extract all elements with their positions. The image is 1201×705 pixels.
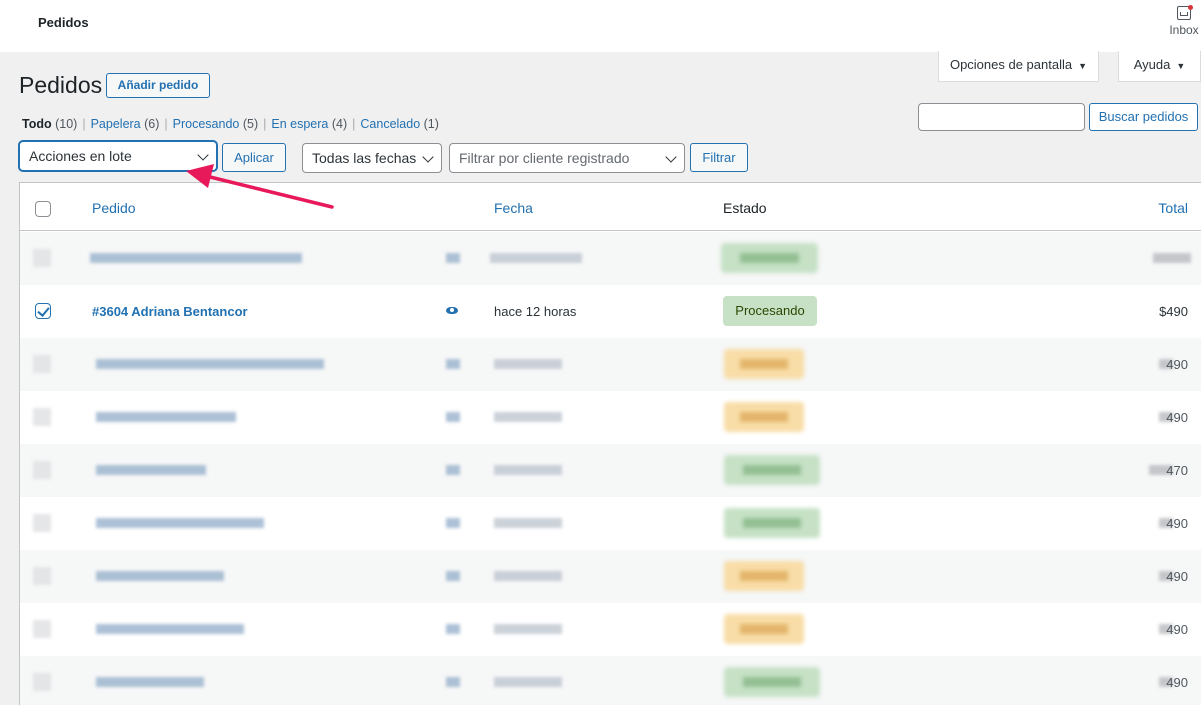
- table-row[interactable]: 490: [20, 497, 1201, 550]
- status-badge: [724, 667, 820, 697]
- table-row[interactable]: 490: [20, 603, 1201, 656]
- row-checkbox[interactable]: [33, 461, 51, 479]
- status-badge: [724, 561, 804, 591]
- row-checkbox[interactable]: [33, 355, 51, 373]
- topbar-title: Pedidos: [38, 15, 89, 30]
- table-row[interactable]: 470: [20, 444, 1201, 497]
- order-link[interactable]: [96, 412, 236, 422]
- order-date: [494, 624, 562, 634]
- preview-icon[interactable]: [446, 359, 460, 369]
- notification-dot: [1188, 5, 1193, 10]
- table-row[interactable]: #3604 Adriana Bentancor hace 12 horas Pr…: [20, 285, 1201, 338]
- search-orders-input[interactable]: [918, 103, 1085, 131]
- inbox-button[interactable]: Inbox: [1167, 5, 1201, 37]
- help-label: Ayuda: [1133, 57, 1171, 72]
- caret-down-icon: ▼: [1078, 61, 1088, 71]
- filter-processing[interactable]: Procesando (5): [173, 117, 258, 131]
- table-row[interactable]: 490: [20, 338, 1201, 391]
- admin-topbar: Pedidos Inbox: [0, 0, 1201, 52]
- order-total: 490: [1166, 357, 1188, 372]
- row-checkbox[interactable]: [33, 408, 51, 426]
- column-status: Estado: [723, 200, 767, 216]
- screen-options-label: Opciones de pantalla: [949, 57, 1073, 72]
- status-badge: [724, 508, 820, 538]
- row-checkbox[interactable]: [35, 303, 51, 319]
- page-title: Pedidos: [19, 72, 103, 98]
- preview-icon[interactable]: [446, 624, 460, 634]
- caret-down-icon: ▼: [1176, 61, 1186, 71]
- preview-icon[interactable]: [446, 518, 460, 528]
- chevron-down-icon: [665, 151, 677, 163]
- preview-icon[interactable]: [446, 571, 460, 581]
- status-filter-links: Todo (10) | Papelera (6) | Procesando (5) | En…: [22, 117, 439, 131]
- search-orders-button[interactable]: Buscar pedidos: [1089, 103, 1198, 131]
- status-badge: [724, 614, 804, 644]
- order-link[interactable]: [96, 359, 324, 369]
- filter-all[interactable]: Todo (10): [22, 117, 77, 131]
- order-link[interactable]: [96, 465, 206, 475]
- column-total[interactable]: Total: [1158, 200, 1188, 216]
- status-badge: [724, 349, 804, 379]
- preview-icon[interactable]: [446, 677, 460, 687]
- order-total: [1153, 253, 1191, 263]
- table-row[interactable]: 490: [20, 656, 1201, 705]
- customer-filter-select[interactable]: Filtrar por cliente registrado: [449, 143, 685, 173]
- row-checkbox[interactable]: [33, 620, 51, 638]
- help-button[interactable]: Ayuda ▼: [1118, 51, 1201, 82]
- order-link[interactable]: [96, 677, 204, 687]
- filter-trash[interactable]: Papelera (6): [91, 117, 160, 131]
- order-link[interactable]: [96, 518, 264, 528]
- order-total: 490: [1166, 569, 1188, 584]
- row-checkbox[interactable]: [33, 514, 51, 532]
- filter-cancelled[interactable]: Cancelado (1): [360, 117, 439, 131]
- preview-icon[interactable]: [446, 412, 460, 422]
- orders-table: Pedido Fecha Estado Total #3604 Adriana …: [19, 182, 1201, 705]
- order-date: [494, 677, 562, 687]
- order-date: [494, 571, 562, 581]
- order-link[interactable]: #3604 Adriana Bentancor: [92, 304, 248, 319]
- order-total: 490: [1166, 516, 1188, 531]
- column-order[interactable]: Pedido: [92, 200, 136, 216]
- order-date: [494, 465, 562, 475]
- order-link[interactable]: [90, 253, 302, 263]
- inbox-label: Inbox: [1169, 23, 1199, 37]
- preview-icon[interactable]: [446, 253, 460, 263]
- status-badge: [721, 243, 818, 273]
- preview-icon[interactable]: [446, 465, 460, 475]
- table-row[interactable]: [20, 232, 1201, 285]
- order-total: 470: [1166, 463, 1188, 478]
- arrow-head: [186, 164, 214, 188]
- order-total: $490: [1159, 304, 1188, 319]
- chevron-down-icon: [422, 151, 434, 163]
- eye-icon[interactable]: [446, 307, 458, 314]
- order-date: [494, 412, 562, 422]
- annotation-arrow: [186, 164, 334, 209]
- status-badge: Procesando: [723, 296, 817, 326]
- order-total: 490: [1166, 410, 1188, 425]
- row-checkbox[interactable]: [33, 673, 51, 691]
- order-link[interactable]: [96, 624, 244, 634]
- filter-button[interactable]: Filtrar: [690, 143, 748, 172]
- order-total: 490: [1166, 675, 1188, 690]
- status-badge: [724, 455, 820, 485]
- customer-filter-placeholder: Filtrar por cliente registrado: [459, 150, 630, 166]
- table-row[interactable]: 490: [20, 550, 1201, 603]
- order-date: [490, 253, 582, 263]
- status-badge: [724, 402, 804, 432]
- bulk-actions-value: Acciones en lote: [29, 148, 132, 164]
- table-row[interactable]: 490: [20, 391, 1201, 444]
- order-total: 490: [1166, 622, 1188, 637]
- column-date[interactable]: Fecha: [494, 200, 533, 216]
- order-date: [494, 518, 562, 528]
- order-date: [494, 359, 562, 369]
- order-link[interactable]: [96, 571, 224, 581]
- arrow-shaft: [200, 173, 334, 209]
- add-order-button[interactable]: Añadir pedido: [106, 73, 210, 98]
- row-checkbox[interactable]: [33, 567, 51, 585]
- row-checkbox[interactable]: [33, 249, 51, 267]
- order-date: hace 12 horas: [494, 304, 577, 319]
- filter-on-hold[interactable]: En espera (4): [271, 117, 347, 131]
- select-all-checkbox[interactable]: [35, 201, 51, 217]
- screen-options-button[interactable]: Opciones de pantalla ▼: [938, 51, 1099, 82]
